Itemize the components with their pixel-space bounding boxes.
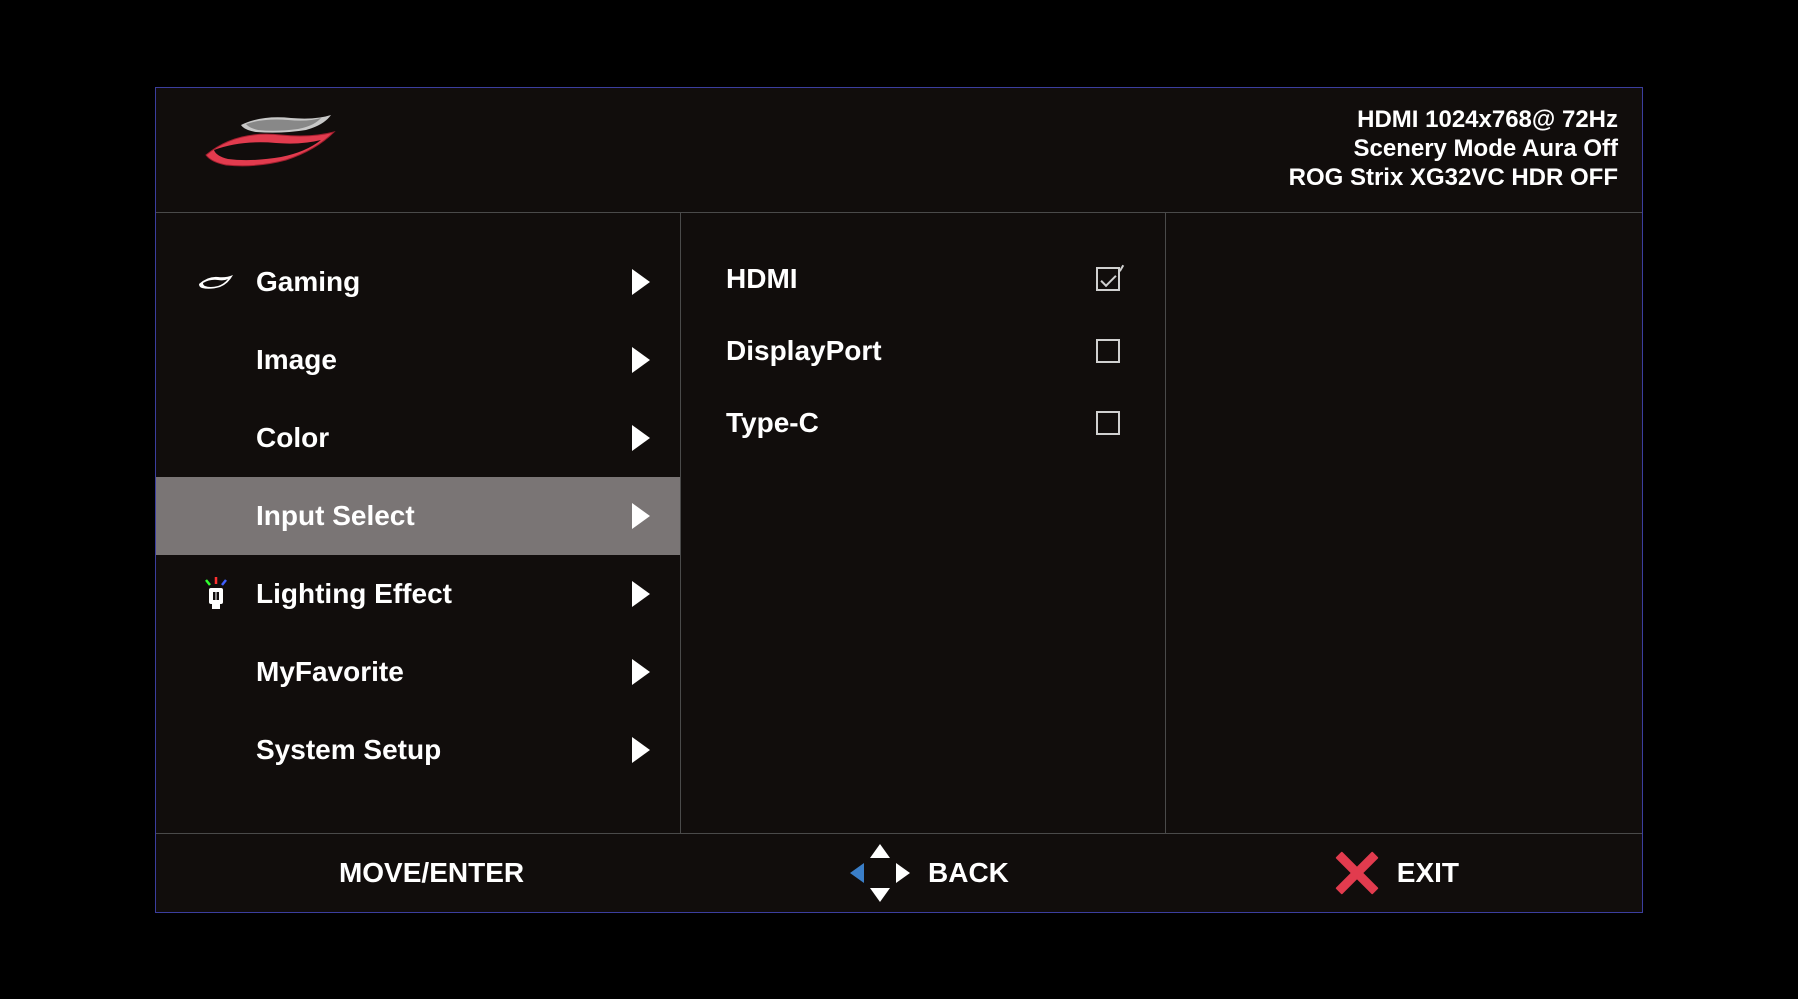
chevron-right-icon bbox=[632, 425, 650, 451]
menu-label: Image bbox=[256, 344, 632, 376]
header: HDMI 1024x768@ 72Hz Scenery Mode Aura Of… bbox=[156, 88, 1642, 213]
hint-exit: EXIT bbox=[1335, 851, 1459, 895]
lighting-icon bbox=[196, 574, 236, 614]
sub-label: HDMI bbox=[726, 263, 1096, 295]
menu-label: System Setup bbox=[256, 734, 632, 766]
menu-label: Lighting Effect bbox=[256, 578, 632, 610]
hint-back: BACK bbox=[850, 844, 1009, 902]
footer-hints: MOVE/ENTER BACK EXIT bbox=[156, 834, 1642, 912]
main-menu: Gaming Image Color Input Select bbox=[156, 213, 681, 833]
hint-move-enter: MOVE/ENTER bbox=[339, 857, 524, 889]
menu-label: Input Select bbox=[256, 500, 632, 532]
menu-item-lighting-effect[interactable]: Lighting Effect bbox=[156, 555, 680, 633]
sub-label: Type-C bbox=[726, 407, 1096, 439]
detail-panel bbox=[1166, 213, 1642, 833]
checkbox-unchecked-icon bbox=[1096, 339, 1120, 363]
osd-window: HDMI 1024x768@ 72Hz Scenery Mode Aura Of… bbox=[155, 87, 1643, 913]
menu-item-myfavorite[interactable]: MyFavorite bbox=[156, 633, 680, 711]
sub-label: DisplayPort bbox=[726, 335, 1096, 367]
main-panel: Gaming Image Color Input Select bbox=[156, 213, 1642, 834]
menu-label: Color bbox=[256, 422, 632, 454]
menu-label: MyFavorite bbox=[256, 656, 632, 688]
chevron-right-icon bbox=[632, 347, 650, 373]
sub-menu: HDMI DisplayPort Type-C bbox=[681, 213, 1166, 833]
status-resolution: HDMI 1024x768@ 72Hz bbox=[1289, 106, 1618, 135]
menu-item-input-select[interactable]: Input Select bbox=[156, 477, 680, 555]
menu-item-gaming[interactable]: Gaming bbox=[156, 243, 680, 321]
menu-label: Gaming bbox=[256, 266, 632, 298]
chevron-right-icon bbox=[632, 269, 650, 295]
menu-item-color[interactable]: Color bbox=[156, 399, 680, 477]
sub-item-displayport[interactable]: DisplayPort bbox=[681, 315, 1165, 387]
chevron-right-icon bbox=[632, 737, 650, 763]
chevron-right-icon bbox=[632, 581, 650, 607]
rog-logo-icon bbox=[186, 110, 346, 190]
hint-label: EXIT bbox=[1397, 857, 1459, 889]
dpad-icon bbox=[850, 844, 910, 902]
sub-item-hdmi[interactable]: HDMI bbox=[681, 243, 1165, 315]
status-info: HDMI 1024x768@ 72Hz Scenery Mode Aura Of… bbox=[1289, 106, 1618, 192]
hint-label: BACK bbox=[928, 857, 1009, 889]
hint-label: MOVE/ENTER bbox=[339, 857, 524, 889]
menu-item-system-setup[interactable]: System Setup bbox=[156, 711, 680, 789]
status-model: ROG Strix XG32VC HDR OFF bbox=[1289, 164, 1618, 193]
status-mode: Scenery Mode Aura Off bbox=[1289, 135, 1618, 164]
menu-item-image[interactable]: Image bbox=[156, 321, 680, 399]
checkbox-unchecked-icon bbox=[1096, 411, 1120, 435]
chevron-right-icon bbox=[632, 659, 650, 685]
sub-item-type-c[interactable]: Type-C bbox=[681, 387, 1165, 459]
close-icon bbox=[1335, 851, 1379, 895]
rog-eye-icon bbox=[196, 262, 236, 302]
checkbox-checked-icon bbox=[1096, 267, 1120, 291]
chevron-right-icon bbox=[632, 503, 650, 529]
